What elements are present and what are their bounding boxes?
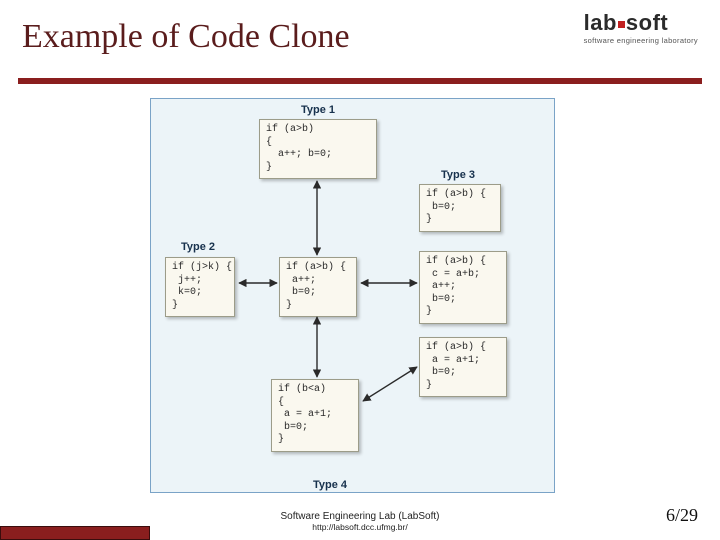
logo-text: labsoft xyxy=(584,10,698,36)
group-label-type1: Type 1 xyxy=(301,104,335,116)
code-box-type3b: if (a>b) { c = a+b; a++; b=0; } xyxy=(419,251,507,324)
logo-subtitle: software engineering laboratory xyxy=(584,36,698,45)
diagram-panel: Type 1 Type 2 Type 3 Type 4 if (a>b) { a… xyxy=(150,98,555,493)
code-box-type4a: if (b<a) { a = a+1; b=0; } xyxy=(271,379,359,452)
group-label-type4: Type 4 xyxy=(313,479,347,491)
code-box-type3c: if (a>b) { a = a+1; b=0; } xyxy=(419,337,507,397)
group-label-type3: Type 3 xyxy=(441,169,475,181)
logo: labsoft software engineering laboratory xyxy=(584,10,698,45)
code-box-type1: if (a>b) { a++; b=0; } xyxy=(259,119,377,179)
footer-lab: Software Engineering Lab (LabSoft) xyxy=(0,511,720,522)
code-box-type3a: if (a>b) { b=0; } xyxy=(419,184,501,232)
group-label-type2: Type 2 xyxy=(181,241,215,253)
logo-dot-icon xyxy=(618,21,625,28)
title-divider xyxy=(18,78,702,84)
code-box-type2a: if (j>k) { j++; k=0; } xyxy=(165,257,235,317)
page-number: 6/29 xyxy=(666,505,698,526)
code-box-type2b: if (a>b) { a++; b=0; } xyxy=(279,257,357,317)
footer-accent-bar xyxy=(0,526,150,540)
